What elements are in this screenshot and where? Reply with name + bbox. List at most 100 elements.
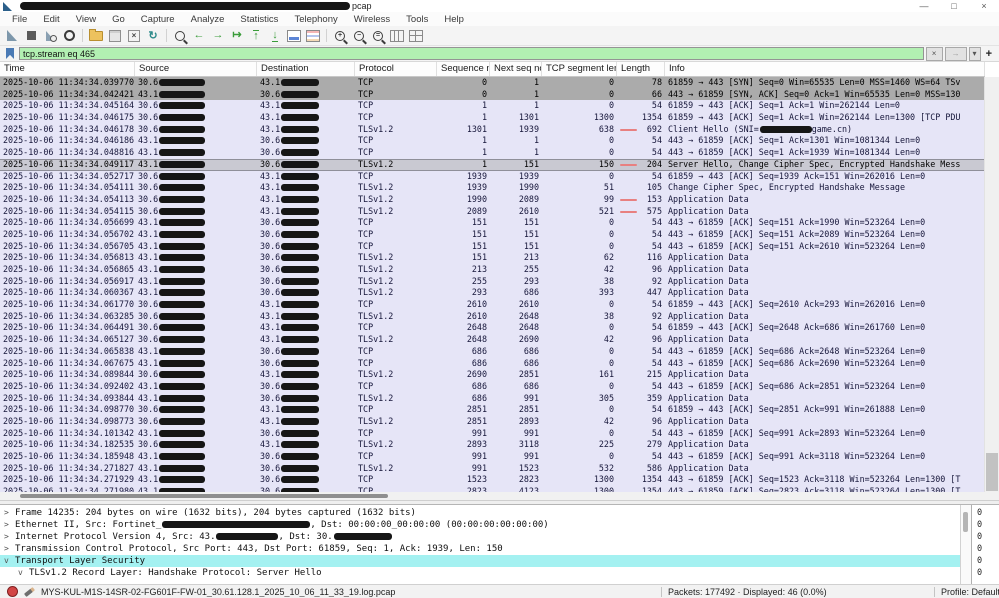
- packet-row[interactable]: 2025-10-06 11:34:34.064491 30.6 43.1 TCP 264…: [0, 322, 985, 335]
- filter-apply-icon[interactable]: →: [944, 46, 967, 61]
- menu-capture[interactable]: Capture: [133, 14, 183, 25]
- collapse-arrow-icon[interactable]: v: [18, 567, 29, 579]
- scrollbar-thumb[interactable]: [20, 494, 388, 498]
- open-file-icon[interactable]: [87, 28, 105, 44]
- packet-row[interactable]: 2025-10-06 11:34:34.185948 43.1 30.6 TCP 991…: [0, 451, 985, 463]
- packet-row[interactable]: 2025-10-06 11:34:34.061770 30.6 43.1 TCP 261…: [0, 299, 985, 311]
- column-header-length[interactable]: Length: [617, 62, 665, 76]
- packet-row[interactable]: 2025-10-06 11:34:34.056702 43.1 30.6 TCP 151…: [0, 228, 985, 241]
- packet-row[interactable]: 2025-10-06 11:34:34.056813 43.1 30.6 TLSv1.…: [0, 252, 985, 264]
- column-header-info[interactable]: Info: [665, 62, 985, 76]
- zoom-in-icon[interactable]: +: [331, 28, 349, 44]
- packet-row[interactable]: 2025-10-06 11:34:34.054111 30.6 43.1 TLSv1.…: [0, 182, 985, 194]
- colorize-icon[interactable]: [304, 28, 322, 44]
- packet-list-vertical-scrollbar[interactable]: [984, 77, 999, 492]
- packet-row[interactable]: 2025-10-06 11:34:34.093844 43.1 30.6 TLSv1.…: [0, 392, 985, 405]
- packet-row[interactable]: 2025-10-06 11:34:34.054115 30.6 43.1 TLSv1.…: [0, 205, 985, 218]
- packet-row[interactable]: 2025-10-06 11:34:34.056699 43.1 30.6 TCP 151…: [0, 217, 985, 229]
- packet-row[interactable]: 2025-10-06 11:34:34.056865 43.1 30.6 TLSv1.…: [0, 264, 985, 276]
- close-icon[interactable]: ×: [969, 0, 999, 12]
- packet-row[interactable]: 2025-10-06 11:34:34.052717 30.6 43.1 TCP 193…: [0, 170, 985, 183]
- packet-row[interactable]: 2025-10-06 11:34:34.045164 30.6 43.1 TCP 1 1 0…: [0, 100, 985, 113]
- detail-tree-item[interactable]: > Transmission Control Protocol, Src Port…: [0, 543, 960, 555]
- detail-tree-item[interactable]: v Transport Layer Security: [0, 555, 960, 567]
- capture-options-icon[interactable]: [41, 28, 59, 44]
- packet-row[interactable]: 2025-10-06 11:34:34.056705 43.1 30.6 TCP 151…: [0, 240, 985, 253]
- expand-arrow-icon[interactable]: >: [4, 531, 15, 543]
- menu-go[interactable]: Go: [104, 14, 133, 25]
- menu-tools[interactable]: Tools: [398, 14, 436, 25]
- packet-row[interactable]: 2025-10-06 11:34:34.065838 43.1 30.6 TCP 686…: [0, 345, 985, 358]
- menu-statistics[interactable]: Statistics: [232, 14, 286, 25]
- filter-dropdown-icon[interactable]: ▾: [968, 46, 981, 61]
- close-file-icon[interactable]: ×: [125, 28, 143, 44]
- profile-label[interactable]: Profile: Default: [941, 587, 999, 597]
- column-header-source[interactable]: Source: [135, 62, 257, 76]
- column-header-next-seq-no[interactable]: Next seq no: [490, 62, 542, 76]
- go-to-packet-icon[interactable]: ↦: [228, 28, 246, 44]
- packet-row[interactable]: 2025-10-06 11:34:34.056917 43.1 30.6 TLSv1.…: [0, 275, 985, 288]
- filter-clear-icon[interactable]: ×: [925, 46, 943, 61]
- zoom-reset-icon[interactable]: =: [369, 28, 387, 44]
- capture-filters-icon[interactable]: [60, 28, 78, 44]
- column-header-sequence-no[interactable]: Sequence no: [437, 62, 490, 76]
- packet-row[interactable]: 2025-10-06 11:34:34.101342 43.1 30.6 TCP 991…: [0, 427, 985, 440]
- packet-row[interactable]: 2025-10-06 11:34:34.046178 30.6 43.1 TLSv1.…: [0, 123, 985, 136]
- scrollbar-thumb[interactable]: [963, 512, 968, 532]
- auto-scroll-icon[interactable]: [285, 28, 303, 44]
- menu-wireless[interactable]: Wireless: [346, 14, 398, 25]
- packet-row[interactable]: 2025-10-06 11:34:34.042421 43.1 30.6 TCP 0 1 0…: [0, 88, 985, 101]
- packet-row[interactable]: 2025-10-06 11:34:34.182535 30.6 43.1 TLSv1.…: [0, 439, 985, 451]
- go-top-icon[interactable]: ↑: [247, 28, 265, 44]
- scrollbar-thumb[interactable]: [986, 453, 998, 491]
- packet-row[interactable]: 2025-10-06 11:34:34.098773 30.6 43.1 TLSv1.…: [0, 415, 985, 428]
- packet-row[interactable]: 2025-10-06 11:34:34.039770 30.6 43.1 TCP 0 1 0…: [0, 77, 985, 89]
- zoom-out-icon[interactable]: −: [350, 28, 368, 44]
- go-forward-icon[interactable]: →: [209, 28, 227, 44]
- expand-arrow-icon[interactable]: >: [4, 543, 15, 555]
- expand-arrow-icon[interactable]: >: [4, 507, 15, 519]
- menu-telephony[interactable]: Telephony: [286, 14, 345, 25]
- packet-row[interactable]: 2025-10-06 11:34:34.271929 43.1 30.6 TCP 152…: [0, 474, 985, 487]
- column-header-time[interactable]: Time: [0, 62, 135, 76]
- packet-row[interactable]: 2025-10-06 11:34:34.048816 43.1 30.6 TCP 1 1 0…: [0, 147, 985, 159]
- packet-row[interactable]: 2025-10-06 11:34:34.046175 30.6 43.1 TCP 1 13…: [0, 112, 985, 124]
- detail-tree-item[interactable]: > Internet Protocol Version 4, Src: 43. , …: [0, 531, 960, 543]
- reload-icon[interactable]: ↻: [144, 28, 162, 44]
- filter-add-button[interactable]: +: [986, 48, 992, 60]
- stop-capture-icon[interactable]: [22, 28, 40, 44]
- menu-file[interactable]: File: [4, 14, 35, 25]
- packet-row[interactable]: 2025-10-06 11:34:34.065127 30.6 43.1 TLSv1.…: [0, 334, 985, 346]
- go-back-icon[interactable]: ←: [190, 28, 208, 44]
- column-header-destination[interactable]: Destination: [257, 62, 355, 76]
- detail-tree-item[interactable]: > Frame 14235: 204 bytes on wire (1632 bi…: [0, 507, 960, 519]
- detail-tree-item[interactable]: > Ethernet II, Src: Fortinet_ , Dst: 00:00…: [0, 519, 960, 531]
- maximize-icon[interactable]: □: [939, 0, 969, 12]
- menu-view[interactable]: View: [68, 14, 104, 25]
- menu-help[interactable]: Help: [436, 14, 472, 25]
- collapse-arrow-icon[interactable]: v: [4, 555, 15, 567]
- resize-columns-icon[interactable]: [388, 28, 406, 44]
- packet-row[interactable]: 2025-10-06 11:34:34.098770 30.6 43.1 TCP 285…: [0, 404, 985, 416]
- packet-row[interactable]: 2025-10-06 11:34:34.271827 43.1 30.6 TLSv1.…: [0, 462, 985, 475]
- minimize-icon[interactable]: —: [909, 0, 939, 12]
- menu-analyze[interactable]: Analyze: [183, 14, 233, 25]
- packet-row[interactable]: 2025-10-06 11:34:34.063285 30.6 43.1 TLSv1.…: [0, 310, 985, 323]
- packet-row[interactable]: 2025-10-06 11:34:34.046186 43.1 30.6 TCP 1 1 0…: [0, 135, 985, 148]
- packet-row[interactable]: 2025-10-06 11:34:34.049117 43.1 30.6 TLSv1.…: [0, 158, 985, 171]
- save-file-icon[interactable]: [106, 28, 124, 44]
- column-header-tcp-segment-length[interactable]: TCP segment length: [542, 62, 617, 76]
- packet-row[interactable]: 2025-10-06 11:34:34.054113 30.6 43.1 TLSv1.…: [0, 193, 985, 206]
- detail-tree-item[interactable]: v TLSv1.2 Record Layer: Handshake Protoco…: [0, 567, 960, 579]
- capture-comment-icon[interactable]: [23, 586, 36, 597]
- go-bottom-icon[interactable]: ↓: [266, 28, 284, 44]
- expand-arrow-icon[interactable]: >: [4, 519, 15, 531]
- layout-grid-icon[interactable]: [407, 28, 425, 44]
- filter-bookmark-icon[interactable]: [6, 48, 14, 59]
- display-filter-input[interactable]: [19, 47, 924, 60]
- expert-info-icon[interactable]: [7, 586, 18, 597]
- start-capture-icon[interactable]: [3, 28, 21, 44]
- column-header-protocol[interactable]: Protocol: [355, 62, 437, 76]
- packet-row[interactable]: 2025-10-06 11:34:34.092402 43.1 30.6 TCP 686…: [0, 380, 985, 393]
- packet-row[interactable]: 2025-10-06 11:34:34.067675 43.1 30.6 TCP 686…: [0, 357, 985, 370]
